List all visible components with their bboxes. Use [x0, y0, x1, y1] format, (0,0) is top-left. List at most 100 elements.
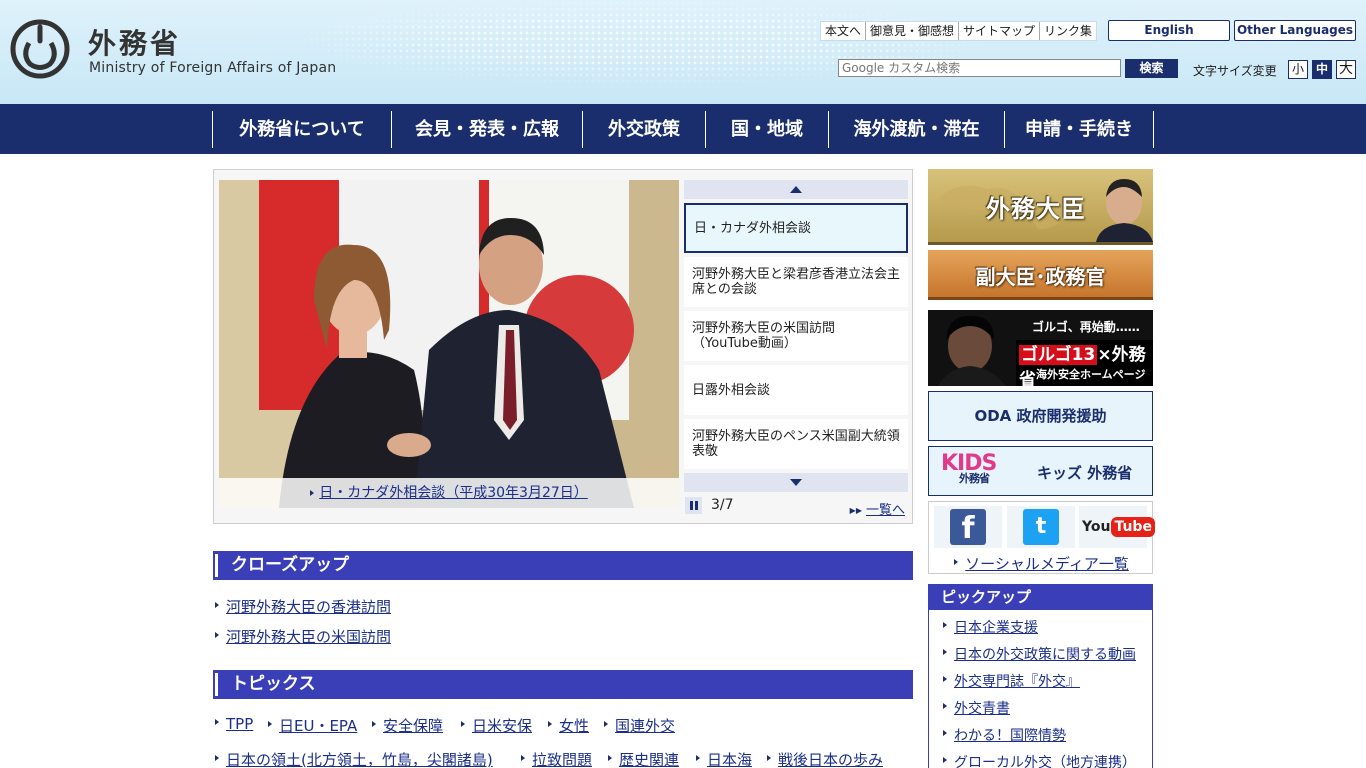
- closeup-heading: クローズアップ: [213, 551, 913, 580]
- golgo-portrait-image: [928, 310, 1018, 386]
- minister-banner-label: 外務大臣: [986, 195, 1086, 223]
- golgo-tagline: ゴルゴ、再始動……: [1032, 320, 1140, 334]
- bullet-triangle-icon: [943, 703, 947, 709]
- pickup-link-world-affairs[interactable]: わかる！国際情勢: [954, 728, 1066, 744]
- vice-minister-banner[interactable]: 副大臣･政務官: [928, 250, 1153, 300]
- youtube-you: You: [1082, 519, 1111, 535]
- topic-link-tpp[interactable]: TPP: [226, 715, 253, 733]
- topic-item: 戦後日本の歩み: [767, 749, 883, 768]
- global-navigation: 外務省について 会見・発表・広報 外交政策 国・地域 海外渡航・滞在 申請・手続…: [0, 104, 1366, 154]
- topic-link-eu-epa[interactable]: 日EU・EPA: [279, 717, 357, 735]
- skip-to-content-link[interactable]: 本文へ: [821, 22, 865, 40]
- slide-item-us-visit-video[interactable]: 河野外務大臣の米国訪問（YouTube動画）: [684, 311, 908, 361]
- topic-item: 日本海: [696, 749, 752, 768]
- slide-item-canada-meeting[interactable]: 日・カナダ外相会談: [684, 203, 908, 253]
- closeup-link-us-visit[interactable]: 河野外務大臣の米国訪問: [226, 628, 391, 646]
- nav-foreign-policy[interactable]: 外交政策: [583, 111, 706, 148]
- topic-link-women[interactable]: 女性: [559, 717, 589, 735]
- nav-applications[interactable]: 申請・手続き: [1005, 111, 1154, 148]
- slide-counter: 3/7: [711, 497, 734, 513]
- oda-banner[interactable]: ODA 政府開発援助: [928, 391, 1153, 441]
- pickup-link-business[interactable]: 日本企業支援: [954, 620, 1038, 636]
- arrow-down-icon: [790, 479, 802, 486]
- pickup-link-glocal[interactable]: グローカル外交（地方連携）: [954, 755, 1136, 768]
- social-media-list: ソーシャルメディア一覧: [929, 553, 1154, 574]
- arrow-up-icon: [790, 186, 802, 193]
- topic-link-us-japan-security[interactable]: 日米安保: [472, 717, 532, 735]
- site-title-english[interactable]: Ministry of Foreign Affairs of Japan: [89, 60, 336, 76]
- bullet-triangle-icon: [608, 755, 612, 761]
- site-title[interactable]: 外務省: [88, 22, 181, 62]
- font-size-large-button[interactable]: 大: [1336, 60, 1356, 79]
- bullet-triangle-icon: [943, 622, 947, 628]
- links-collection-link[interactable]: リンク集: [1039, 22, 1096, 40]
- topic-item: 国連外交: [604, 715, 675, 736]
- topic-link-un-diplomacy[interactable]: 国連外交: [615, 717, 675, 735]
- feedback-link[interactable]: 御意見・御感想: [865, 22, 958, 40]
- bullet-triangle-icon: [696, 755, 700, 761]
- twitter-link[interactable]: t: [1007, 506, 1075, 548]
- news-slider: 日・カナダ外相会談（平成30年3月27日） 日・カナダ外相会談 河野外務大臣と梁…: [213, 169, 913, 524]
- slide-list-all: ▶▶ 一覧へ: [850, 499, 905, 518]
- bullet-triangle-icon: [215, 602, 219, 608]
- topics-heading: トピックス: [213, 670, 913, 699]
- nav-travel-stay[interactable]: 海外渡航・滞在: [829, 111, 1005, 148]
- closeup-link-hongkong[interactable]: 河野外務大臣の香港訪問: [226, 598, 391, 616]
- slide-item-russia-meeting[interactable]: 日露外相会談: [684, 365, 908, 415]
- nav-countries-regions[interactable]: 国・地域: [706, 111, 829, 148]
- pickup-item: わかる！国際情勢: [943, 727, 1152, 754]
- bullet-triangle-icon: [521, 755, 525, 761]
- topic-link-history[interactable]: 歴史関連: [619, 751, 679, 768]
- facebook-link[interactable]: f: [934, 506, 1002, 548]
- pickup-box: ピックアップ 日本企業支援 日本の外交政策に関する動画 外交専門誌『外交』 外交…: [928, 584, 1153, 768]
- topic-link-territory[interactable]: 日本の領土(北方領土，竹島，尖閣諸島): [226, 751, 493, 768]
- nav-about[interactable]: 外務省について: [213, 111, 392, 148]
- fast-forward-icon: ▶▶: [849, 506, 862, 515]
- pickup-link-gaiko-magazine[interactable]: 外交専門誌『外交』: [954, 674, 1080, 690]
- search-button[interactable]: 検索: [1125, 59, 1178, 78]
- golgo13-banner[interactable]: ゴルゴ、再始動…… ゴルゴ13 ×外務省 海外安全ホームページ: [928, 310, 1153, 386]
- slide-item-pence-courtesy[interactable]: 河野外務大臣のペンス米国副大統領表敬: [684, 419, 908, 469]
- pickup-link-bluebook[interactable]: 外交青書: [954, 701, 1010, 717]
- bullet-triangle-icon: [943, 757, 947, 763]
- font-size-label: 文字サイズ変更: [1193, 64, 1277, 78]
- pickup-item: 外交専門誌『外交』: [943, 673, 1152, 700]
- topic-link-abduction[interactable]: 拉致問題: [532, 751, 592, 768]
- bullet-triangle-icon: [604, 721, 608, 727]
- sitemap-link[interactable]: サイトマップ: [958, 22, 1039, 40]
- bullet-triangle-icon: [548, 721, 552, 727]
- youtube-link[interactable]: You Tube: [1079, 506, 1155, 548]
- nav-press[interactable]: 会見・発表・広報: [392, 111, 583, 148]
- slide-caption-link[interactable]: 日・カナダ外相会談（平成30年3月27日）: [319, 485, 588, 501]
- bullet-triangle-icon: [943, 730, 947, 736]
- slide-down-button[interactable]: [684, 473, 908, 492]
- bullet-triangle-icon: [954, 559, 959, 565]
- search-input[interactable]: [838, 59, 1121, 77]
- kids-banner-label: キッズ 外務省: [1037, 464, 1133, 482]
- topic-item: 歴史関連: [608, 749, 679, 768]
- minister-banner[interactable]: 外務大臣: [928, 169, 1153, 245]
- social-media-box: f t You Tube ソーシャルメディア一覧: [928, 501, 1155, 574]
- topic-link-security[interactable]: 安全保障: [383, 717, 443, 735]
- site-header: 外務省 Ministry of Foreign Affairs of Japan…: [0, 0, 1366, 104]
- topic-link-sea-of-japan[interactable]: 日本海: [707, 751, 752, 768]
- slide-up-button[interactable]: [684, 180, 908, 199]
- oda-banner-label: ODA 政府開発援助: [974, 407, 1107, 425]
- social-media-list-link[interactable]: ソーシャルメディア一覧: [965, 555, 1129, 573]
- closeup-item: 河野外務大臣の米国訪問: [215, 626, 391, 647]
- slide-list-all-link[interactable]: 一覧へ: [866, 503, 905, 518]
- font-size-small-button[interactable]: 小: [1288, 60, 1308, 79]
- topic-link-postwar[interactable]: 戦後日本の歩み: [778, 751, 883, 768]
- slide-item-hongkong-meeting[interactable]: 河野外務大臣と梁君彦香港立法会主席との会談: [684, 257, 908, 307]
- pickup-link-videos[interactable]: 日本の外交政策に関する動画: [954, 647, 1136, 663]
- slide-photo[interactable]: 日・カナダ外相会談（平成30年3月27日）: [219, 180, 679, 508]
- pickup-item: 日本の外交政策に関する動画: [943, 646, 1152, 673]
- english-button[interactable]: English: [1108, 20, 1230, 41]
- font-size-medium-button[interactable]: 中: [1312, 60, 1332, 79]
- bullet-triangle-icon: [767, 755, 771, 761]
- topic-item: 安全保障: [372, 715, 443, 736]
- kids-banner[interactable]: KIDS 外務省 キッズ 外務省: [928, 446, 1153, 496]
- mofa-logo-icon[interactable]: [10, 19, 70, 79]
- other-languages-button[interactable]: Other Languages: [1234, 20, 1356, 41]
- pause-icon[interactable]: [685, 497, 702, 514]
